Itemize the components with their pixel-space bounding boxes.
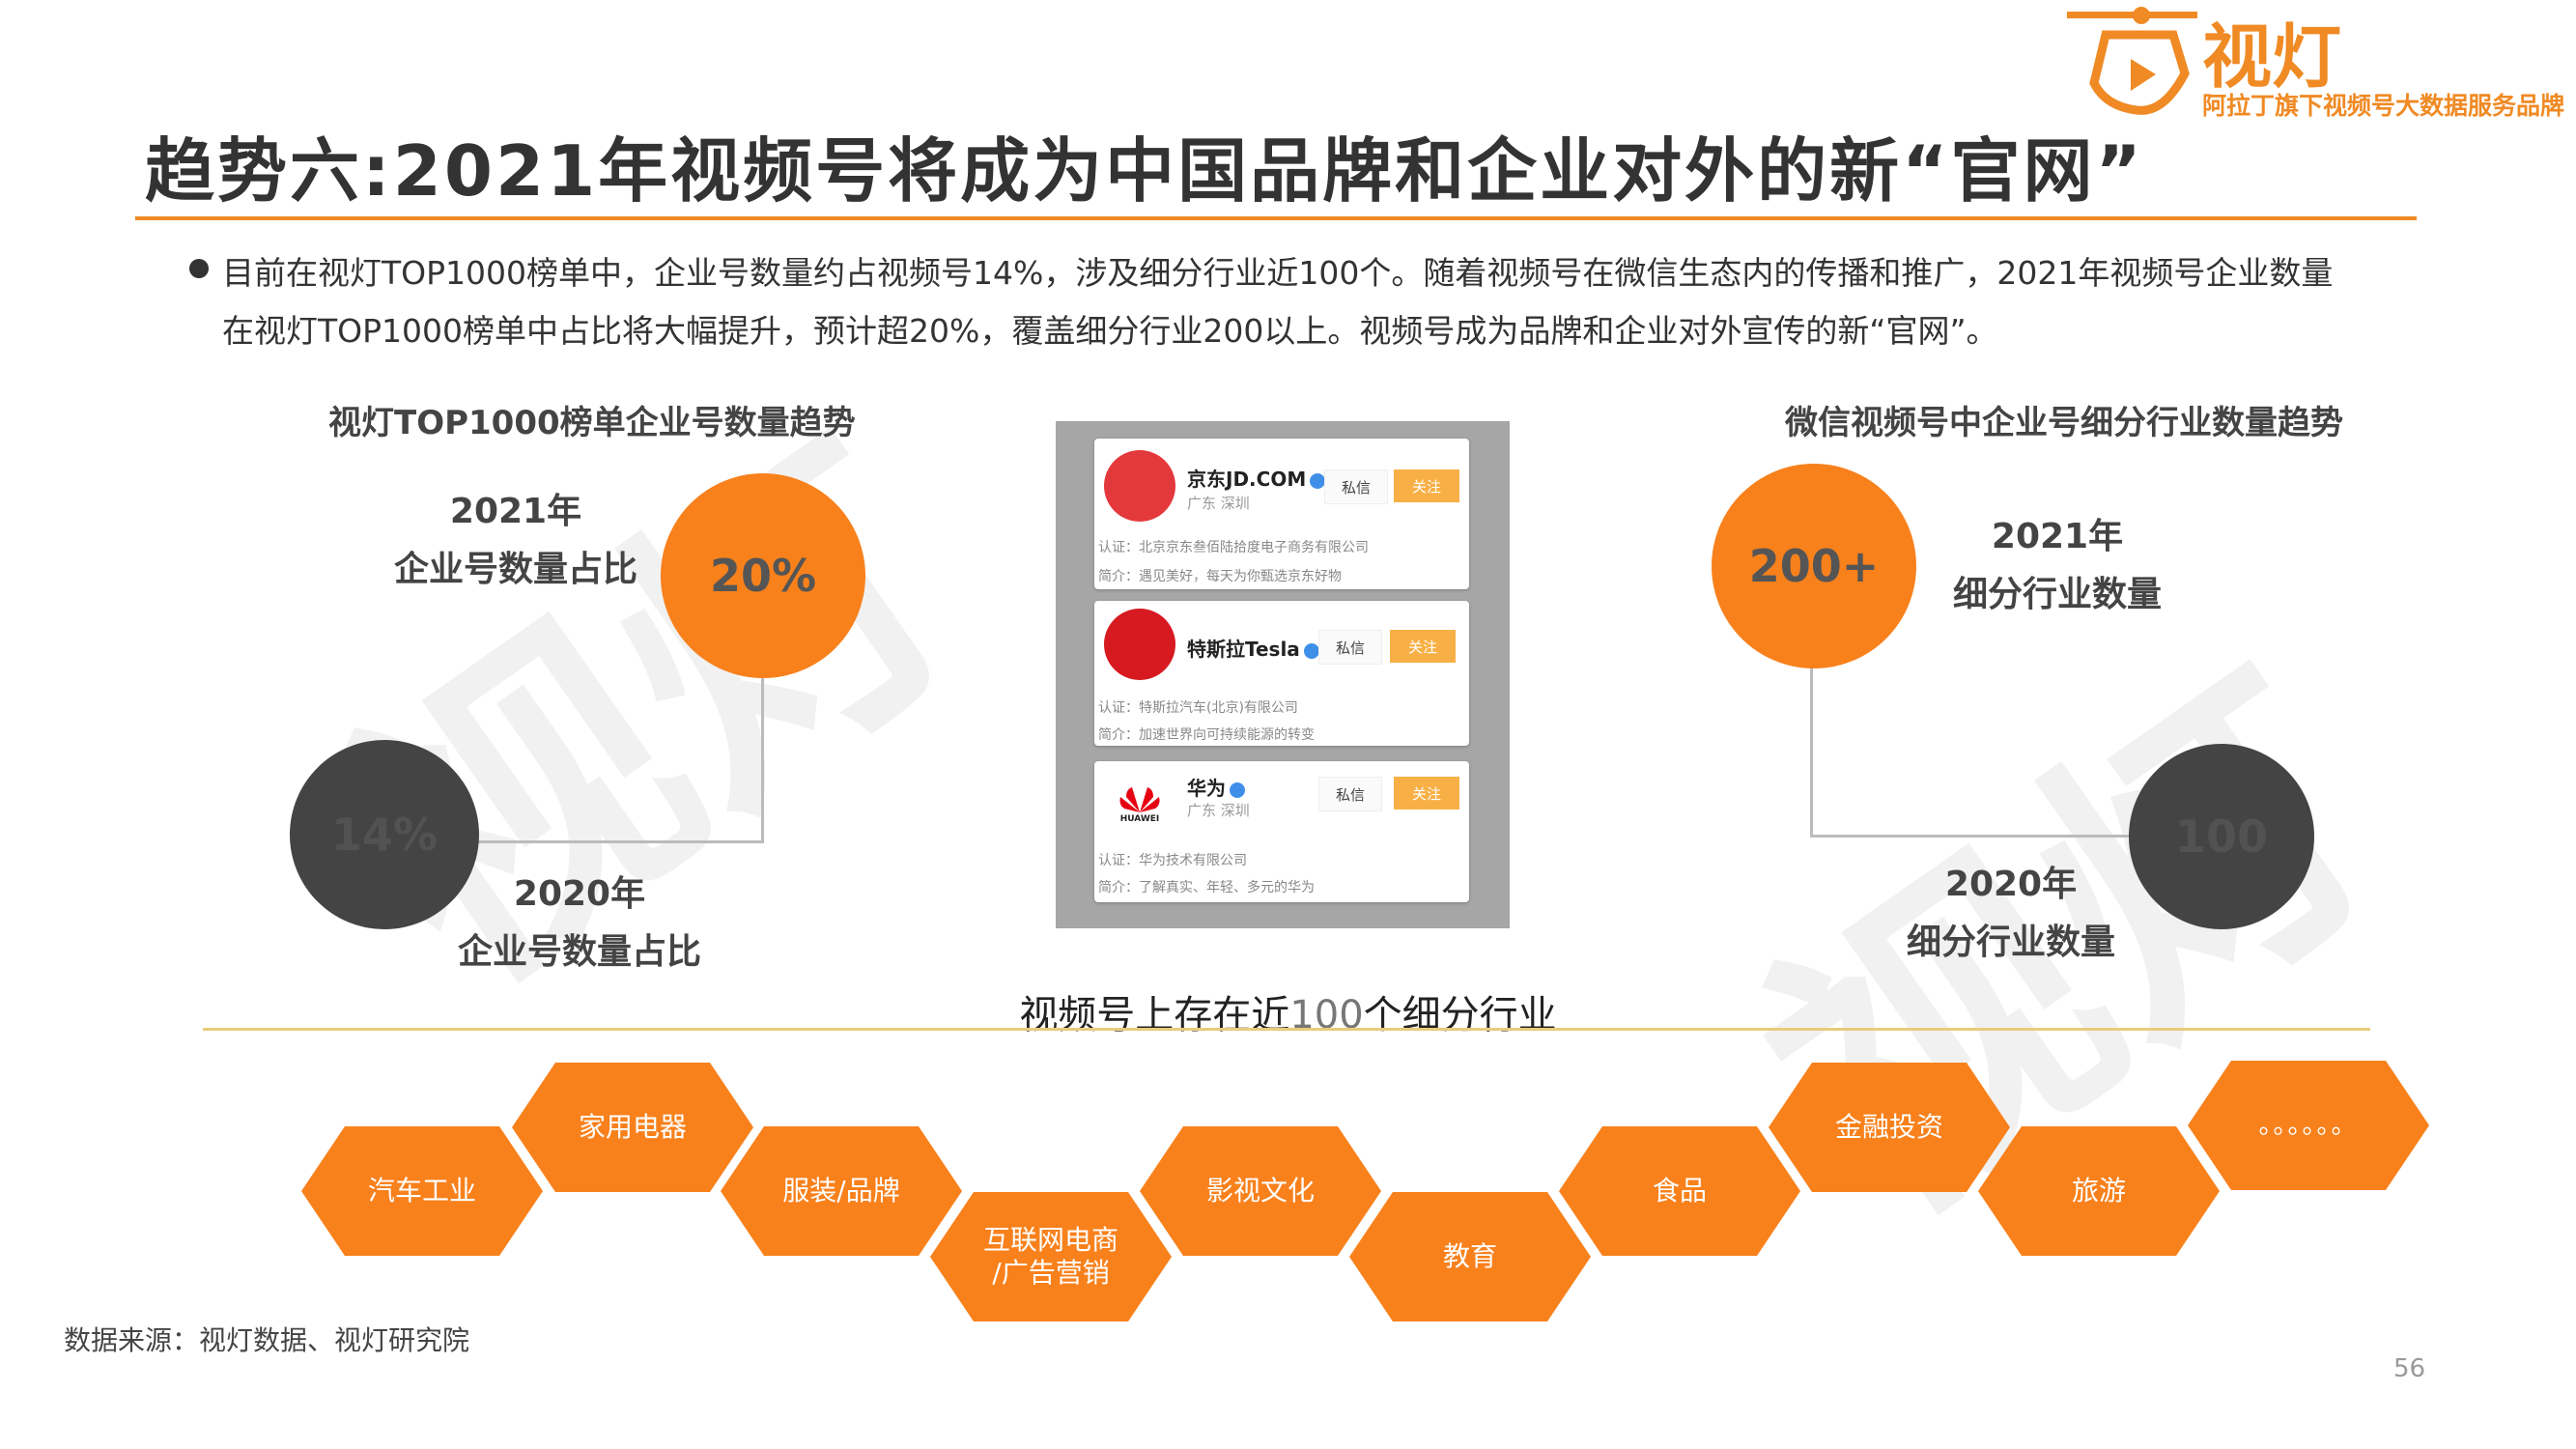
- account-cert: 认证：华为技术有限公司: [1098, 853, 1247, 868]
- right-2021-year: 2021年: [1991, 517, 2124, 556]
- right-2021-value: 200+: [1748, 540, 1880, 592]
- account-cert: 认证：特斯拉汽车(北京)有限公司: [1098, 700, 1298, 716]
- account-cert: 认证：北京京东叁佰陆拾度电子商务有限公司: [1098, 540, 1369, 555]
- right-2021-label: 细分行业数量: [1952, 575, 2162, 614]
- jd-logo-icon: [1104, 450, 1175, 522]
- left-2021-year: 2021年: [449, 492, 582, 531]
- left-2021-label: 企业号数量占比: [393, 550, 637, 589]
- huawei-logo-text: HUAWEI: [1119, 814, 1160, 824]
- right-connector: [1810, 668, 2141, 838]
- brand-lamp-icon: [2067, 7, 2197, 115]
- account-intro: 简介：遇见美好，每天为你甄选京东好物: [1098, 569, 1342, 584]
- bullet-text-line1: 目前在视灯TOP1000榜单中，企业号数量约占视频号14%，涉及细分行业近100…: [222, 254, 2334, 292]
- page-title: 趋势六:2021年视频号将成为中国品牌和企业对外的新“官网”: [145, 130, 2144, 212]
- follow-button[interactable]: 关注: [1390, 630, 1456, 663]
- left-2020-year: 2020年: [513, 874, 646, 914]
- industry-ecommerce: 互联网电商 /广告营销: [930, 1192, 1172, 1321]
- industry-heading: 视频号上存在近100个细分行业: [0, 983, 2576, 1039]
- verified-icon: [1303, 642, 1319, 659]
- industry-travel: 旅游: [1978, 1126, 2220, 1256]
- right-2020-year: 2020年: [1944, 865, 2078, 904]
- title-divider: [135, 216, 2417, 220]
- huawei-logo-icon: HUAWEI: [1104, 769, 1175, 840]
- brand-tagline: 阿拉丁旗下视频号大数据服务品牌: [2202, 92, 2565, 120]
- page-number: 56: [2393, 1354, 2426, 1383]
- industry-heading-suffix: 个细分行业: [1363, 993, 1557, 1037]
- industry-heading-prefix: 视频号上存在近: [1019, 993, 1290, 1037]
- right-2020-value: 100: [2174, 810, 2269, 863]
- verified-icon: [1310, 472, 1326, 489]
- account-name: 京东JD.COM: [1187, 468, 1307, 491]
- right-panel-heading: 微信视频号中企业号细分行业数量趋势: [1785, 404, 2343, 442]
- account-intro: 简介：加速世界向可持续能源的转变: [1098, 727, 1315, 743]
- industry-appliances: 家用电器: [512, 1063, 753, 1192]
- data-source: 数据来源：视灯数据、视灯研究院: [64, 1324, 470, 1356]
- right-2021-circle: 200+: [1712, 464, 1916, 668]
- industry-divider: [203, 1028, 2370, 1031]
- account-location: 广东 深圳: [1187, 495, 1250, 512]
- industry-education: 教育: [1349, 1192, 1591, 1321]
- message-button[interactable]: 私信: [1318, 777, 1382, 811]
- left-2020-value: 14%: [330, 809, 439, 861]
- account-name: 特斯拉Tesla: [1187, 638, 1300, 661]
- account-card-jd[interactable]: 京东JD.COM 广东 深圳 私信 关注 认证：北京京东叁佰陆拾度电子商务有限公…: [1094, 439, 1469, 589]
- industry-apparel: 服装/品牌: [721, 1126, 962, 1256]
- account-intro: 简介：了解真实、年轻、多元的华为: [1098, 880, 1315, 895]
- message-button[interactable]: 私信: [1324, 469, 1388, 504]
- bullet-text-line2: 在视灯TOP1000榜单中占比将大幅提升，预计超20%，覆盖细分行业200以上。…: [222, 312, 1998, 350]
- industry-food: 食品: [1559, 1126, 1800, 1256]
- industry-finance: 金融投资: [1769, 1063, 2010, 1192]
- right-2020-circle: 100: [2129, 744, 2314, 929]
- right-2020-label: 细分行业数量: [1906, 923, 2115, 962]
- bullet-dot: [189, 259, 209, 278]
- huawei-petal-icon: [1119, 787, 1160, 812]
- industry-heading-number: 100: [1289, 993, 1364, 1037]
- verified-icon: [1230, 781, 1245, 798]
- industry-film: 影视文化: [1140, 1126, 1381, 1256]
- message-button[interactable]: 私信: [1318, 630, 1382, 665]
- industry-auto: 汽车工业: [301, 1126, 543, 1256]
- account-card-huawei[interactable]: HUAWEI 华为 广东 深圳 私信 关注 认证：华为技术有限公司 简介：了解真…: [1094, 761, 1469, 902]
- left-2020-label: 企业号数量占比: [457, 932, 701, 972]
- left-2021-value: 20%: [709, 550, 817, 602]
- left-2021-circle: 20%: [661, 473, 865, 678]
- account-location: 广东 深圳: [1187, 802, 1250, 819]
- left-2020-circle: 14%: [290, 740, 479, 929]
- tesla-logo-icon: [1104, 609, 1175, 680]
- account-card-tesla[interactable]: 特斯拉Tesla 私信 关注 认证：特斯拉汽车(北京)有限公司 简介：加速世界向…: [1094, 601, 1469, 746]
- follow-button[interactable]: 关注: [1394, 777, 1459, 810]
- follow-button[interactable]: 关注: [1394, 469, 1459, 502]
- industry-more: 。。。。。。: [2188, 1061, 2429, 1190]
- left-connector: [473, 678, 764, 843]
- account-name: 华为: [1187, 777, 1226, 800]
- left-panel-heading: 视灯TOP1000榜单企业号数量趋势: [328, 404, 856, 442]
